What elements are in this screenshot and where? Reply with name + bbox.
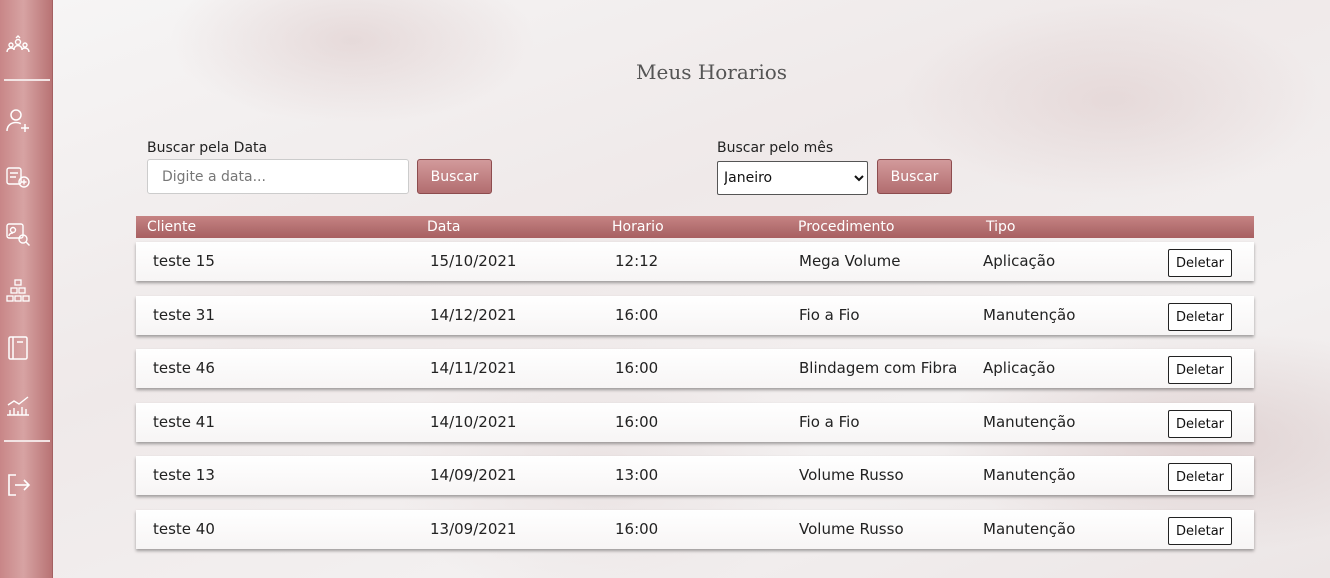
- cell-horario: 16:00: [615, 520, 659, 538]
- book-icon[interactable]: [4, 334, 32, 362]
- cell-horario: 16:00: [615, 306, 659, 324]
- delete-button[interactable]: Deletar: [1168, 463, 1232, 491]
- search-client-icon[interactable]: [4, 220, 32, 248]
- cell-tipo: Manutenção: [983, 413, 1076, 431]
- cell-data: 14/09/2021: [430, 466, 517, 484]
- cell-horario: 16:00: [615, 359, 659, 377]
- cell-tipo: Manutenção: [983, 306, 1076, 324]
- table-row: teste 13 14/09/2021 13:00 Volume Russo Manut…: [136, 456, 1254, 495]
- users-group-icon[interactable]: [4, 33, 32, 61]
- cell-data: 14/12/2021: [430, 306, 517, 324]
- cell-horario: 12:12: [615, 252, 659, 270]
- chart-icon[interactable]: [4, 391, 32, 419]
- cell-procedimento: Mega Volume: [799, 252, 901, 270]
- header-cliente: Cliente: [147, 219, 197, 235]
- table-row: teste 46 14/11/2021 16:00 Blindagem com Fib…: [136, 349, 1254, 388]
- cell-cliente: teste 31: [153, 306, 215, 324]
- table-header: Cliente Data Horario Procedimento Tipo: [136, 216, 1254, 238]
- cell-cliente: teste 13: [153, 466, 215, 484]
- search-date-input[interactable]: [147, 159, 409, 194]
- cell-procedimento: Fio a Fio: [799, 306, 860, 324]
- search-month-button[interactable]: Buscar: [877, 159, 952, 194]
- delete-button[interactable]: Deletar: [1168, 410, 1232, 438]
- header-horario: Horario: [612, 219, 664, 235]
- delete-button[interactable]: Deletar: [1168, 249, 1232, 277]
- cell-cliente: teste 41: [153, 413, 215, 431]
- hierarchy-icon[interactable]: [4, 277, 32, 305]
- search-date-button[interactable]: Buscar: [417, 159, 492, 194]
- month-select[interactable]: Janeiro: [717, 161, 868, 195]
- sidebar: [0, 0, 53, 578]
- cell-cliente: teste 40: [153, 520, 215, 538]
- delete-button[interactable]: Deletar: [1168, 303, 1232, 331]
- cell-cliente: teste 46: [153, 359, 215, 377]
- cell-tipo: Manutenção: [983, 466, 1076, 484]
- search-date-label: Buscar pela Data: [147, 140, 268, 156]
- header-data: Data: [427, 219, 461, 235]
- cell-procedimento: Fio a Fio: [799, 413, 860, 431]
- cell-procedimento: Volume Russo: [799, 466, 904, 484]
- cell-tipo: Aplicação: [983, 359, 1056, 377]
- cell-horario: 16:00: [615, 413, 659, 431]
- sidebar-divider: [4, 79, 50, 81]
- delete-button[interactable]: Deletar: [1168, 517, 1232, 545]
- cell-procedimento: Blindagem com Fibra: [799, 359, 958, 377]
- cell-procedimento: Volume Russo: [799, 520, 904, 538]
- cell-tipo: Manutenção: [983, 520, 1076, 538]
- header-tipo: Tipo: [986, 219, 1016, 235]
- logout-icon[interactable]: [4, 471, 32, 499]
- table-row: teste 41 14/10/2021 16:00 Fio a Fio Manutenç…: [136, 403, 1254, 442]
- search-month-label: Buscar pelo mês: [717, 140, 834, 156]
- table-row: teste 31 14/12/2021 16:00 Fio a Fio Manutenç…: [136, 296, 1254, 335]
- sidebar-divider: [4, 440, 50, 442]
- delete-button[interactable]: Deletar: [1168, 356, 1232, 384]
- cell-data: 15/10/2021: [430, 252, 517, 270]
- cell-data: 14/10/2021: [430, 413, 517, 431]
- add-service-icon[interactable]: [4, 163, 32, 191]
- table-row: teste 40 13/09/2021 16:00 Volume Russo Manut…: [136, 510, 1254, 549]
- cell-data: 13/09/2021: [430, 520, 517, 538]
- page-title: Meus Horarios: [636, 60, 788, 84]
- cell-tipo: Aplicação: [983, 252, 1056, 270]
- header-procedimento: Procedimento: [798, 219, 895, 235]
- cell-horario: 13:00: [615, 466, 659, 484]
- table-row: teste 15 15/10/2021 12:12 Mega Volume Aplica…: [136, 242, 1254, 281]
- cell-data: 14/11/2021: [430, 359, 517, 377]
- cell-cliente: teste 15: [153, 252, 215, 270]
- add-user-icon[interactable]: [4, 106, 32, 134]
